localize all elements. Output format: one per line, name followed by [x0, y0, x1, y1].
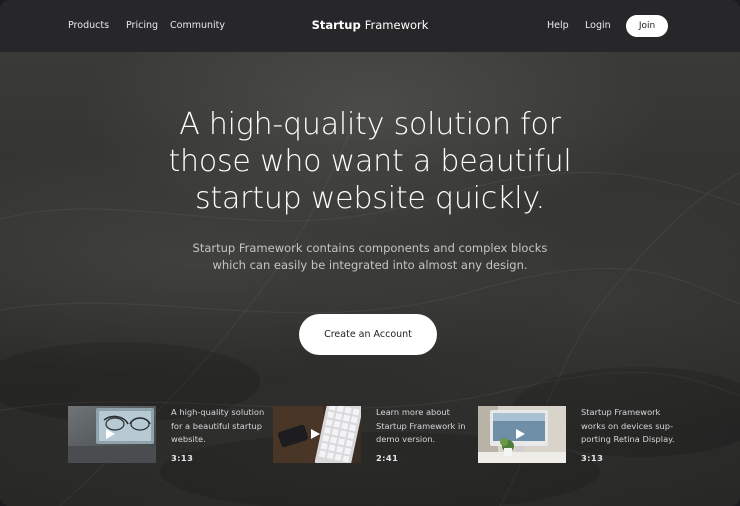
- video-thumbnail-glasses[interactable]: [68, 406, 156, 463]
- hero-heading-line: those who want a beautiful: [168, 144, 572, 179]
- video-duration: 3:13: [171, 453, 194, 463]
- video-description-line: A high-quality solution: [171, 407, 265, 417]
- video-description-line: website.: [171, 434, 206, 444]
- landing-page: Products Pricing Community Startup Framew…: [0, 0, 740, 506]
- brand-name-rest: Framework: [364, 18, 429, 32]
- video-description-line: Startup Framework in: [376, 420, 466, 431]
- video-description: Learn more about Startup Framework in de…: [376, 406, 476, 447]
- video-description-line: demo version.: [376, 434, 436, 444]
- video-thumbnail-imac[interactable]: [478, 406, 566, 463]
- brand-name-bold: Startup: [311, 18, 361, 32]
- top-nav-bar: Products Pricing Community Startup Framew…: [0, 0, 740, 52]
- video-description-line: Startup Framework: [581, 407, 661, 417]
- video-description-line: porting Retina Display.: [581, 434, 675, 444]
- hero-heading: A high-quality solution for those who wa…: [0, 106, 740, 217]
- hero-heading-line: A high-quality solution for: [179, 107, 561, 142]
- video-description-line: for a beautiful startup: [171, 420, 263, 431]
- nav-login-link[interactable]: Login: [585, 20, 611, 31]
- create-account-button[interactable]: Create an Account: [299, 314, 437, 355]
- video-description: Startup Framework works on devices sup- …: [581, 406, 681, 447]
- video-duration: 3:13: [581, 453, 604, 463]
- video-description-line: works on devices sup-: [581, 420, 674, 431]
- hero-heading-line: startup website quickly.: [194, 181, 546, 216]
- hero-subtitle: Startup Framework contains components an…: [0, 240, 740, 274]
- play-icon: [516, 429, 525, 439]
- video-description-line: Learn more about: [376, 407, 450, 417]
- hero-subtitle-line: which can easily be integrated into almo…: [212, 258, 528, 272]
- play-icon: [106, 429, 115, 439]
- play-icon: [311, 429, 320, 439]
- hero-subtitle-line: Startup Framework contains components an…: [192, 241, 548, 255]
- video-duration: 2:41: [376, 453, 399, 463]
- video-thumbnail-keyboard[interactable]: [273, 406, 361, 463]
- video-description: A high-quality solution for a beautiful …: [171, 406, 271, 447]
- nav-help-link[interactable]: Help: [547, 20, 569, 31]
- join-button[interactable]: Join: [626, 15, 668, 37]
